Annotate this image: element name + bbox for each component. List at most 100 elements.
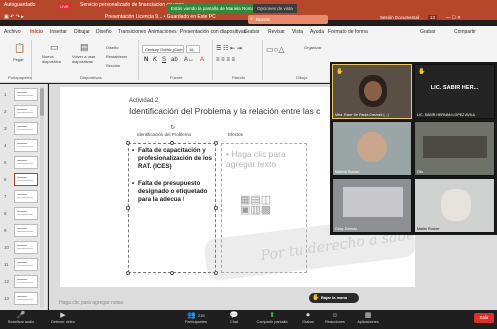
thumbnail-title-line: [17, 262, 27, 263]
resize-handle[interactable]: [170, 141, 174, 145]
participant-tile[interactable]: Ditz: [414, 121, 495, 176]
chat-button[interactable]: 💬 Chat: [222, 311, 246, 324]
resize-handle[interactable]: [126, 271, 130, 275]
share-screen-icon: ⬆: [269, 312, 275, 319]
tab-right-grabar[interactable]: Grabar: [420, 29, 436, 35]
slide-thumbnail[interactable]: [14, 190, 38, 203]
char-spacing-button[interactable]: A↔: [184, 57, 194, 63]
insert-content-icons[interactable]: ▦▤◫ ▣▥▩: [240, 195, 271, 216]
new-slide-label[interactable]: Nueva diapositiva: [42, 54, 64, 64]
column-header-left[interactable]: Identificación del Problema: [137, 132, 191, 137]
search-box[interactable]: ⌕ Buscar: [248, 15, 328, 24]
tab-inicio[interactable]: Inicio: [30, 29, 44, 38]
resize-handle[interactable]: [214, 271, 218, 275]
slide-thumbnail[interactable]: [14, 88, 38, 101]
divider: [138, 40, 139, 80]
tab-revisar[interactable]: Revisar: [268, 29, 285, 35]
slide-thumbnail[interactable]: [14, 105, 38, 118]
arrange-button[interactable]: Organizar: [304, 45, 322, 50]
resize-handle[interactable]: [214, 141, 218, 145]
thumbnail-title-line: [17, 211, 27, 212]
stop-video-button[interactable]: ▶ Detener video: [46, 311, 80, 324]
tab-formato-de-forma[interactable]: Formato de forma: [328, 29, 368, 35]
participant-tile[interactable]: Mariela Roman: [332, 121, 412, 176]
slide-thumbnail[interactable]: [14, 156, 38, 169]
resize-handle[interactable]: [126, 141, 130, 145]
paste-icon[interactable]: 📋: [14, 43, 25, 53]
rotate-handle-icon[interactable]: ↻: [170, 124, 175, 131]
font-color-button[interactable]: A: [200, 57, 204, 63]
tab-archivo[interactable]: Archivo: [4, 29, 21, 35]
section-button[interactable]: Sección: [106, 63, 120, 68]
bullet-item[interactable]: • Falta de presupuesto designado o etique…: [132, 180, 216, 205]
slide-thumbnail[interactable]: [14, 173, 38, 186]
tab-ayuda[interactable]: Ayuda: [310, 29, 324, 35]
resize-handle[interactable]: [170, 271, 174, 275]
thumbnail-body-line: [17, 299, 33, 300]
slide-thumbnail[interactable]: [14, 122, 38, 135]
bold-button[interactable]: N: [144, 57, 148, 63]
resize-handle[interactable]: [214, 206, 218, 210]
reuse-slides-icon[interactable]: ▤: [80, 42, 89, 52]
paste-label[interactable]: Pegar: [13, 57, 24, 62]
leave-meeting-button[interactable]: Salir: [474, 313, 494, 323]
reset-button[interactable]: Restablecer: [106, 54, 127, 59]
right-placeholder-text[interactable]: • Haga clic para agregar texto: [226, 149, 306, 169]
thumbnails-scrollbar[interactable]: [40, 86, 44, 308]
column-header-right[interactable]: Efectos: [228, 132, 243, 137]
align-buttons[interactable]: ≡ ≡ ≡ ≡: [216, 57, 235, 63]
bullets-button[interactable]: ☰ ☷ ⇤ ⇥: [216, 45, 242, 52]
slide-thumbnail[interactable]: [14, 258, 38, 271]
autosave-label[interactable]: Autoguardado: [4, 2, 35, 8]
window-controls[interactable]: — ☐ ✕: [446, 15, 461, 21]
share-screen-button[interactable]: ⬆ Compartir pantalla: [250, 311, 294, 324]
slide-thumbnail[interactable]: [14, 241, 38, 254]
apps-button[interactable]: ▦ Aplicaciones: [352, 311, 384, 324]
layout-button[interactable]: Diseño: [106, 45, 118, 50]
account-badge[interactable]: 13: [428, 15, 438, 20]
reuse-slides-label[interactable]: Volver a usar diapositivas: [72, 54, 102, 64]
bullet-item[interactable]: • Falta de capacitación y profesionalizac…: [132, 147, 216, 172]
participant-tile[interactable]: ✋ LIC. SABIR HER... LIC. SABIR HERNAN LO…: [414, 64, 495, 119]
tab-dise-o[interactable]: Diseño: [96, 29, 112, 35]
participant-tile[interactable]: Gaby Ernesto: [332, 178, 412, 233]
quick-access-icons[interactable]: ▣ ↶ ↷ ▸: [4, 14, 24, 20]
participants-button[interactable]: 👥 215 Participantes: [176, 311, 216, 324]
tab-insertar[interactable]: Insertar: [50, 29, 67, 35]
slide-thumbnail[interactable]: [14, 139, 38, 152]
font-size-select[interactable]: 16: [186, 45, 200, 53]
italic-button[interactable]: K: [153, 57, 157, 63]
participant-tile[interactable]: Martin Rocher: [414, 178, 495, 233]
tab-presentaci-n-con-diapositivas[interactable]: Presentación con diapositivas: [180, 29, 246, 35]
tab-dibujar[interactable]: Dibujar: [74, 29, 90, 35]
strikethrough-button[interactable]: ab: [171, 57, 178, 63]
slide-thumbnail[interactable]: [14, 275, 38, 288]
search-placeholder: Buscar: [256, 17, 271, 22]
tab-transiciones[interactable]: Transiciones: [118, 29, 146, 35]
tab-animaciones[interactable]: Animaciones: [148, 29, 177, 35]
scroll-thumb[interactable]: [40, 88, 44, 116]
zoom-view-options-button[interactable]: Opciones de vista: [253, 4, 297, 13]
reactions-button[interactable]: ☺ Reacciones: [320, 311, 350, 324]
session-name[interactable]: Sesión Documental: [380, 15, 419, 20]
slide-title[interactable]: Identificación del Problema y la relació…: [129, 106, 320, 116]
participant-video: [357, 132, 387, 162]
tab-vista[interactable]: Vista: [292, 29, 303, 35]
live-badge: LIVE: [58, 3, 71, 10]
activity-label[interactable]: Actividad 2: [129, 98, 158, 104]
underline-button[interactable]: S: [162, 57, 166, 63]
participant-tile[interactable]: ✋ Mtra. Ester De Paola Crezcini (...): [332, 64, 412, 119]
new-slide-icon[interactable]: ▭: [50, 42, 59, 52]
font-family-select[interactable]: Century Gothic (Cuerpo): [142, 45, 184, 53]
shapes-gallery-icon[interactable]: ▭○△: [266, 45, 285, 55]
record-button[interactable]: ⏺ Grabar: [296, 311, 320, 324]
resize-handle[interactable]: [126, 206, 130, 210]
raise-hand-indicator[interactable]: ✋ Bajar la mano: [309, 293, 359, 303]
slide-thumbnail[interactable]: [14, 292, 38, 305]
slide-thumbnail[interactable]: [14, 207, 38, 220]
unmute-button[interactable]: 🎤 Reactivar audio: [4, 311, 38, 324]
tab-right-compartir[interactable]: Compartir: [454, 29, 476, 35]
tab-grabar[interactable]: Grabar: [244, 29, 260, 35]
slide-thumbnail[interactable]: [14, 224, 38, 237]
group-font: Fuente: [170, 75, 183, 80]
